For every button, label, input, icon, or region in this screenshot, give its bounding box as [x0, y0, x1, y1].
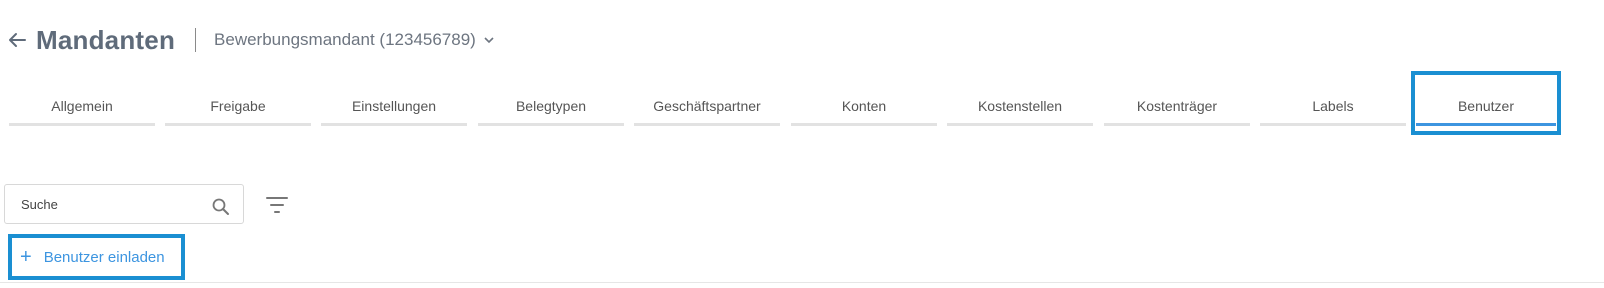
chevron-down-icon [484, 35, 494, 45]
tab-label: Kostenträger [1136, 98, 1218, 114]
invite-user-button[interactable]: + Benutzer einladen [8, 234, 185, 280]
client-name: Bewerbungsmandant (123456789) [214, 30, 476, 49]
tab-underline [165, 123, 311, 126]
invite-user-label: Benutzer einladen [43, 248, 165, 266]
filter-icon[interactable] [266, 196, 288, 214]
tab-kostenstellen[interactable]: Kostenstellen [947, 88, 1093, 128]
tab-belegtypen[interactable]: Belegtypen [478, 88, 624, 128]
tab-underline-active [1416, 123, 1556, 126]
tab-label: Labels [1312, 98, 1354, 114]
header: Mandanten Bewerbungsmandant (123456789) [8, 22, 494, 58]
tab-einstellungen[interactable]: Einstellungen [321, 88, 467, 128]
tab-freigabe[interactable]: Freigabe [165, 88, 311, 128]
tab-label: Geschäftspartner [653, 98, 761, 114]
client-selector[interactable]: Bewerbungsmandant (123456789) [214, 30, 494, 50]
arrow-left-icon[interactable] [8, 30, 28, 50]
tab-label: Benutzer [1457, 98, 1515, 114]
tab-kostentraeger[interactable]: Kostenträger [1104, 88, 1250, 128]
tab-underline [9, 123, 155, 126]
tab-label: Konten [841, 98, 887, 114]
search-icon[interactable] [211, 197, 231, 217]
tab-konten[interactable]: Konten [791, 88, 937, 128]
page: Mandanten Bewerbungsmandant (123456789) … [0, 0, 1604, 288]
tab-bar: Allgemein Freigabe Einstellungen Belegty… [9, 88, 1559, 128]
search-box [4, 184, 244, 224]
tab-underline [947, 123, 1093, 126]
plus-icon: + [20, 246, 32, 268]
tab-underline [321, 123, 467, 126]
tab-benutzer[interactable]: Benutzer [1416, 88, 1556, 128]
tab-underline [791, 123, 937, 126]
tab-underline [1260, 123, 1406, 126]
header-divider [195, 28, 197, 52]
tab-underline [634, 123, 780, 126]
tab-underline [1104, 123, 1250, 126]
tab-label: Allgemein [51, 98, 113, 114]
tab-label: Einstellungen [351, 98, 437, 114]
tab-label: Freigabe [210, 98, 266, 114]
tab-geschaeftspartner[interactable]: Geschäftspartner [634, 88, 780, 128]
tab-underline [478, 123, 624, 126]
tab-allgemein[interactable]: Allgemein [9, 88, 155, 128]
tab-label: Belegtypen [515, 98, 587, 114]
tab-labels[interactable]: Labels [1260, 88, 1406, 128]
tab-label: Kostenstellen [977, 98, 1063, 114]
page-title: Mandanten [36, 24, 176, 55]
search-input[interactable] [19, 188, 203, 220]
section-divider [0, 282, 1604, 283]
